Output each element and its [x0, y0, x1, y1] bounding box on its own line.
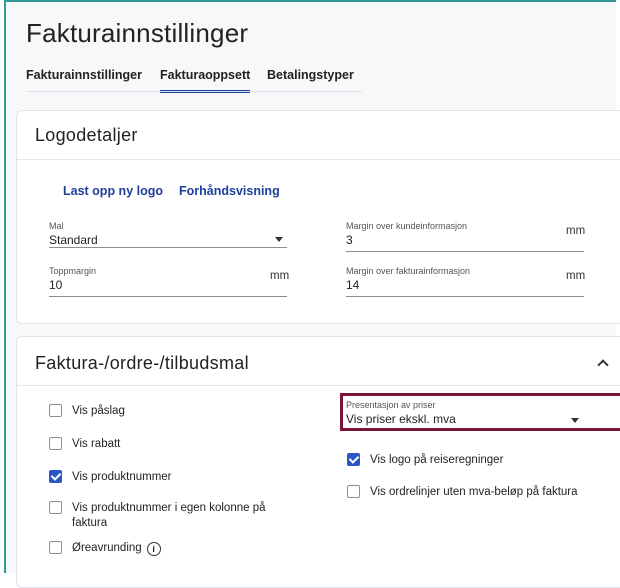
top-margin-unit: mm	[270, 270, 290, 282]
logo-details-card: Logodetaljer Last opp ny logo Forhåndsvi…	[16, 110, 620, 324]
template-label: Mal	[49, 221, 64, 231]
tab-fakturainnstillinger[interactable]: Fakturainnstillinger	[26, 68, 142, 90]
logo-travel-label: Vis logo på reiseregninger	[370, 454, 504, 466]
page-title: Fakturainnstillinger	[26, 18, 249, 48]
tab-fakturaoppsett[interactable]: Fakturaoppsett	[160, 68, 251, 93]
checkbox-row-show-markup[interactable]: Vis påslag	[49, 404, 125, 419]
invoice-margin-unit: mm	[566, 270, 586, 282]
product-number-column-label: Vis produktnummer i egen kolonne på fakt…	[72, 502, 266, 529]
customer-margin-field[interactable]: Margin over kundeinformasjon 3 mm	[346, 221, 586, 252]
info-icon[interactable]: i	[146, 542, 161, 556]
chevron-down-icon	[275, 237, 283, 242]
template-value: Standard	[49, 233, 98, 247]
show-discount-label: Vis rabatt	[72, 438, 121, 450]
top-margin-field[interactable]: Toppmargin 10 mm	[49, 266, 290, 297]
show-discount-checkbox[interactable]	[49, 437, 62, 450]
checkbox-row-logo-travel[interactable]: Vis logo på reiseregninger	[347, 453, 503, 468]
checkbox-row-show-discount[interactable]: Vis rabatt	[49, 437, 120, 452]
top-margin-underline	[49, 296, 287, 297]
tabs-divider	[26, 91, 362, 92]
price-presentation-label: Presentasjon av priser	[346, 400, 436, 410]
checkbox-row-lines-without-vat[interactable]: Vis ordrelinjer uten mva-beløp på faktur…	[347, 485, 578, 500]
logo-details-title: Logodetaljer	[35, 125, 138, 145]
template-underline	[49, 247, 287, 248]
price-presentation-select[interactable]: Presentasjon av priser Vis priser ekskl.…	[346, 400, 586, 426]
show-markup-label: Vis påslag	[72, 405, 125, 417]
customer-margin-value: 3	[346, 233, 353, 247]
tab-betalingstyper[interactable]: Betalingstyper	[267, 68, 354, 90]
checkbox-row-rounding[interactable]: Øreavrunding i	[49, 541, 161, 556]
customer-margin-label: Margin over kundeinformasjon	[346, 221, 468, 231]
template-title: Faktura-/ordre-/tilbudsmal	[35, 353, 249, 373]
invoice-margin-value: 14	[346, 278, 360, 292]
price-presentation-value: Vis priser ekskl. mva	[346, 412, 456, 426]
top-margin-label: Toppmargin	[49, 266, 97, 276]
show-markup-checkbox[interactable]	[49, 404, 62, 417]
logo-details-header: Logodetaljer	[17, 111, 620, 160]
template-select[interactable]: Mal Standard	[49, 221, 287, 248]
chevron-up-icon[interactable]	[597, 359, 609, 371]
template-header[interactable]: Faktura-/ordre-/tilbudsmal	[17, 337, 620, 386]
upload-logo-link[interactable]: Last opp ny logo	[63, 184, 163, 198]
preview-link[interactable]: Forhåndsvisning	[179, 184, 280, 198]
product-number-column-checkbox[interactable]	[49, 501, 62, 514]
rounding-label-wrap: Øreavrunding i	[72, 541, 161, 556]
lines-without-vat-checkbox[interactable]	[347, 485, 360, 498]
show-product-number-label: Vis produktnummer	[72, 471, 172, 483]
checkbox-row-show-product-number[interactable]: Vis produktnummer	[49, 470, 172, 485]
rounding-checkbox[interactable]	[49, 541, 62, 554]
top-margin-value: 10	[49, 278, 63, 292]
checkbox-row-product-number-column[interactable]: Vis produktnummer i egen kolonne på fakt…	[49, 501, 279, 531]
logo-travel-checkbox[interactable]	[347, 453, 360, 466]
customer-margin-underline	[346, 251, 584, 252]
show-product-number-checkbox[interactable]	[49, 470, 62, 483]
invoice-margin-label: Margin over fakturainformasjon	[346, 266, 471, 276]
chevron-down-icon	[571, 418, 579, 423]
invoice-margin-field[interactable]: Margin over fakturainformasjon 14 mm	[346, 266, 586, 297]
customer-margin-unit: mm	[566, 225, 586, 237]
lines-without-vat-label: Vis ordrelinjer uten mva-beløp på faktur…	[370, 486, 578, 498]
rounding-label: Øreavrunding	[72, 542, 142, 554]
invoice-margin-underline	[346, 296, 584, 297]
